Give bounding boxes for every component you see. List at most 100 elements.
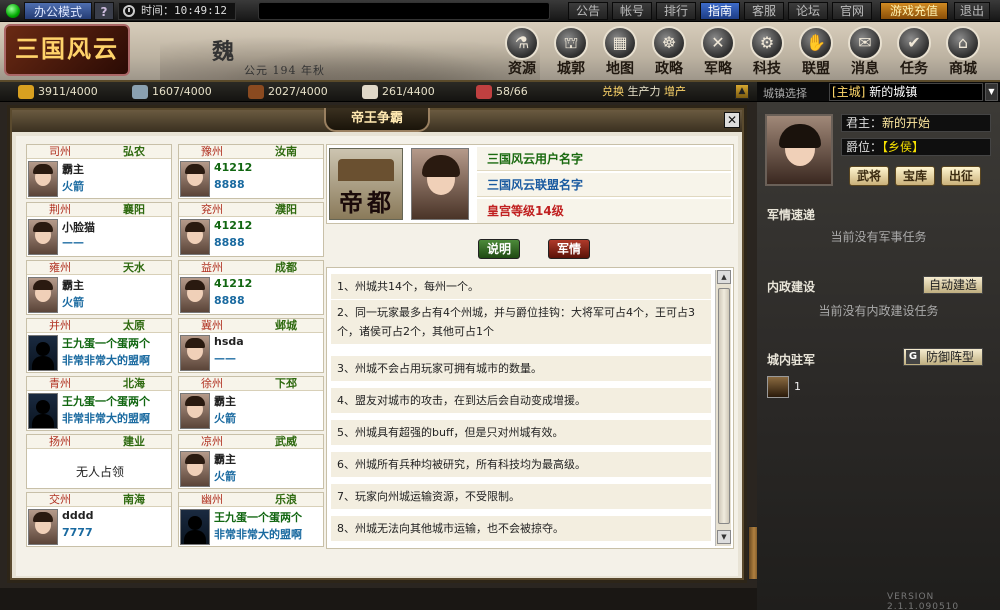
owner-name: dddd: [62, 509, 94, 522]
capital-user-name: 三国风云用户名字: [477, 147, 731, 171]
owner-name: 小脸猫: [62, 221, 95, 234]
close-button[interactable]: ✕: [724, 112, 740, 128]
rank-label: 爵位：: [846, 140, 883, 154]
state-card[interactable]: 荆州 襄阳 小脸猫 ——: [26, 202, 172, 257]
politics-icon: ☸: [652, 26, 686, 60]
menu-item-4[interactable]: ✕ 军略: [696, 26, 740, 80]
map-icon: ▦: [603, 26, 637, 60]
menu-item-5[interactable]: ⚙ 科技: [745, 26, 789, 80]
state-card[interactable]: 益州 成都 41212 8888: [178, 260, 324, 315]
scroll-down-icon[interactable]: ▼: [717, 530, 731, 544]
auto-build-button[interactable]: 自动建造: [923, 276, 983, 294]
menu-item-label: 军略: [704, 61, 732, 77]
state-card[interactable]: 司州 弘农 霸主 火箭: [26, 144, 172, 199]
owner-avatar: [180, 277, 210, 313]
city-select-label: 城镇选择: [763, 87, 807, 100]
state-card[interactable]: 徐州 下邳 霸主 火箭: [178, 376, 324, 431]
resource-bar: 3911/4000 1607/4000 2027/4000 261/4400 58/66…: [0, 82, 757, 102]
increase-link[interactable]: 增产: [664, 85, 686, 98]
owner-avatar: [180, 509, 210, 545]
province-name: 扬州: [49, 435, 71, 448]
rule-item: 1、州城共14个，每州一个。: [331, 274, 711, 299]
explain-button[interactable]: 说明: [478, 239, 520, 259]
clock-icon: [123, 5, 135, 17]
state-card[interactable]: 交州 南海 dddd 7777: [26, 492, 172, 547]
owner-name: 41212: [214, 161, 253, 174]
exchange-link[interactable]: 兑换: [602, 85, 624, 98]
online-status-icon: [6, 4, 20, 18]
top-nav-4[interactable]: 客服: [744, 2, 784, 20]
top-nav-8[interactable]: 退出: [954, 2, 990, 20]
lord-value: 新的开始: [882, 116, 931, 130]
menu-item-0[interactable]: ⚗ 资源: [500, 26, 544, 80]
state-header: 豫州 汝南: [179, 145, 323, 159]
resource-value: 1607/4000: [152, 85, 212, 98]
menu-item-label: 资源: [508, 61, 536, 77]
task-icon: ✔: [897, 26, 931, 60]
capital-lord-avatar: [411, 148, 469, 220]
owner-alliance: 火箭: [62, 296, 84, 309]
unoccupied-text: 无人占领: [75, 465, 124, 479]
owner-avatar: [180, 335, 210, 371]
top-nav-5[interactable]: 论坛: [788, 2, 828, 20]
owner-avatar: [28, 509, 58, 545]
menu-item-6[interactable]: ✋ 联盟: [794, 26, 838, 80]
treasury-button[interactable]: 宝库: [895, 166, 935, 186]
scroll-up-icon[interactable]: ▲: [717, 270, 731, 284]
top-nav-6[interactable]: 官网: [832, 2, 872, 20]
rule-item: 2、同一玩家最多占有4个州城，并与爵位挂钩：大将军可占4个，王可占3个，诸侯可占…: [331, 300, 711, 344]
menu-item-label: 政略: [655, 61, 683, 77]
state-card[interactable]: 幽州 乐浪 王九蛋一个蛋两个 非常非常大的盟啊: [178, 492, 324, 547]
version-text: VERSION 2.1.1.090510: [887, 592, 960, 610]
defense-formation-button[interactable]: G 防御阵型: [903, 348, 983, 366]
dropdown-arrow-icon[interactable]: ▼: [985, 83, 998, 101]
game-logo: 三国风云PK: [4, 24, 130, 76]
menu-item-8[interactable]: ✔ 任务: [892, 26, 936, 80]
owner-alliance: 非常非常大的盟啊: [62, 354, 150, 367]
state-card[interactable]: 凉州 武威 霸主 火箭: [178, 434, 324, 489]
state-header: 冀州 邺城: [179, 319, 323, 333]
owner-alliance: 8888: [214, 178, 245, 191]
military-info-button[interactable]: 军情: [548, 239, 590, 259]
menu-item-3[interactable]: ☸ 政略: [647, 26, 691, 80]
resource-value: 3911/4000: [38, 85, 98, 98]
city-select-dropdown[interactable]: [主城] 新的城镇: [829, 83, 983, 101]
owner-name: 霸主: [62, 279, 84, 292]
top-nav-2[interactable]: 排行: [656, 2, 696, 20]
top-nav-0[interactable]: 公告: [568, 2, 608, 20]
city-name: 北海: [123, 377, 145, 390]
state-card[interactable]: 兖州 濮阳 41212 8888: [178, 202, 324, 257]
garrison-section-title: 城内驻军: [767, 353, 816, 367]
state-card[interactable]: 青州 北海 王九蛋一个蛋两个 非常非常大的盟啊: [26, 376, 172, 431]
help-button[interactable]: ?: [94, 2, 114, 20]
state-card[interactable]: 雍州 天水 霸主 火箭: [26, 260, 172, 315]
office-mode-button[interactable]: 办公模式: [24, 2, 92, 20]
owner-alliance: 火箭: [214, 470, 236, 483]
owner-name: hsda: [214, 335, 244, 348]
top-nav-3[interactable]: 指南: [700, 2, 740, 20]
top-nav-1[interactable]: 帐号: [612, 2, 652, 20]
state-card[interactable]: 扬州 建业 无人占领: [26, 434, 172, 489]
menu-item-2[interactable]: ▦ 地图: [598, 26, 642, 80]
collapse-arrow-icon[interactable]: ▲: [735, 84, 749, 99]
scroll-thumb[interactable]: [718, 288, 730, 524]
state-card[interactable]: 并州 太原 王九蛋一个蛋两个 非常非常大的盟啊: [26, 318, 172, 373]
state-card[interactable]: 豫州 汝南 41212 8888: [178, 144, 324, 199]
state-card[interactable]: 冀州 邺城 hsda ——: [178, 318, 324, 373]
rank-field: 爵位：【乡侯】: [841, 138, 991, 156]
menu-item-7[interactable]: ✉ 消息: [843, 26, 887, 80]
rules-scrollbar[interactable]: ▲ ▼: [715, 270, 731, 546]
menu-item-9[interactable]: ⌂ 商城: [941, 26, 985, 80]
soldier-unit-icon[interactable]: [767, 376, 789, 398]
capital-image: 帝都: [329, 148, 403, 220]
lord-portrait[interactable]: [765, 114, 833, 186]
generals-button[interactable]: 武将: [849, 166, 889, 186]
province-name: 并州: [49, 319, 71, 332]
iron-icon: [362, 85, 378, 99]
logo-text: 三国风云: [15, 34, 119, 63]
menu-item-1[interactable]: ⛫ 城郭: [549, 26, 593, 80]
top-nav-7[interactable]: 游戏充值: [880, 2, 948, 20]
march-button[interactable]: 出征: [941, 166, 981, 186]
city-name: 武威: [275, 435, 297, 448]
owner-avatar: [28, 161, 58, 197]
